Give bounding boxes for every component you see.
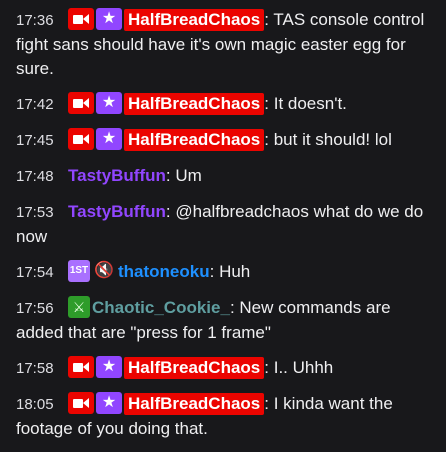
message-text: but it should! lol: [273, 130, 392, 149]
colon: :: [165, 202, 176, 221]
colon: :: [209, 262, 220, 281]
username[interactable]: HalfBreadChaos: [124, 393, 265, 415]
first-sub-icon[interactable]: 1ST: [68, 260, 90, 282]
chat-log: 17:36 ★ HalfBreadChaos: TAS console contro…: [0, 0, 446, 452]
timestamp: 17:36: [16, 12, 54, 29]
timestamp: 17:48: [16, 168, 54, 185]
colon: :: [264, 130, 274, 149]
prime-star-icon[interactable]: ★: [96, 392, 122, 414]
timestamp: 18:05: [16, 396, 54, 413]
colon: :: [264, 394, 274, 413]
chat-message: 17:45 ★ HalfBreadChaos: but it should! lol: [0, 128, 438, 153]
timestamp: 17:42: [16, 96, 54, 113]
username[interactable]: HalfBreadChaos: [124, 93, 265, 115]
sword-icon[interactable]: ⚔: [68, 296, 90, 318]
chat-message: 17:58 ★ HalfBreadChaos: I.. Uhhh: [0, 356, 438, 381]
chat-message: 17:56 ⚔ Chaotic_Cookie_: New commands are …: [0, 296, 438, 345]
message-text: Um: [175, 166, 202, 185]
chat-message: 17:42 ★ HalfBreadChaos: It doesn't.: [0, 92, 438, 117]
username[interactable]: Chaotic_Cookie_: [92, 298, 230, 317]
camera-icon[interactable]: [68, 392, 94, 414]
timestamp: 17:56: [16, 300, 54, 317]
prime-star-icon[interactable]: ★: [96, 92, 122, 114]
username[interactable]: HalfBreadChaos: [124, 129, 265, 151]
username[interactable]: TastyBuffun: [68, 166, 166, 185]
prime-star-icon[interactable]: ★: [96, 128, 122, 150]
colon: :: [264, 358, 274, 377]
username[interactable]: thatoneoku: [118, 262, 210, 281]
muted-speaker-icon[interactable]: 🔇: [92, 260, 116, 282]
colon: :: [165, 166, 176, 185]
message-text: I.. Uhhh: [273, 358, 334, 377]
camera-icon[interactable]: [68, 128, 94, 150]
timestamp: 17:54: [16, 264, 54, 281]
timestamp: 17:53: [16, 204, 54, 221]
message-text: Huh: [219, 262, 251, 281]
first-sub-badge-text: 1ST: [69, 265, 89, 276]
chat-message: 17:53 TastyBuffun: @halfbreadchaos what d…: [0, 200, 438, 249]
colon: :: [229, 298, 240, 317]
chat-message: 17:48 TastyBuffun: Um: [0, 164, 438, 189]
prime-star-icon[interactable]: ★: [96, 356, 122, 378]
chat-message: 18:05 ★ HalfBreadChaos: I kinda want the f…: [0, 392, 438, 441]
chat-message: 17:54 1ST 🔇 thatoneoku: Huh: [0, 260, 438, 285]
chat-message: 17:36 ★ HalfBreadChaos: TAS console contro…: [0, 8, 438, 81]
camera-icon[interactable]: [68, 8, 94, 30]
camera-icon[interactable]: [68, 92, 94, 114]
timestamp: 17:45: [16, 132, 54, 149]
message-text: It doesn't.: [273, 94, 347, 113]
timestamp: 17:58: [16, 360, 54, 377]
colon: :: [264, 94, 274, 113]
username[interactable]: HalfBreadChaos: [124, 9, 265, 31]
username[interactable]: HalfBreadChaos: [124, 357, 265, 379]
username[interactable]: TastyBuffun: [68, 202, 166, 221]
prime-star-icon[interactable]: ★: [96, 8, 122, 30]
camera-icon[interactable]: [68, 356, 94, 378]
